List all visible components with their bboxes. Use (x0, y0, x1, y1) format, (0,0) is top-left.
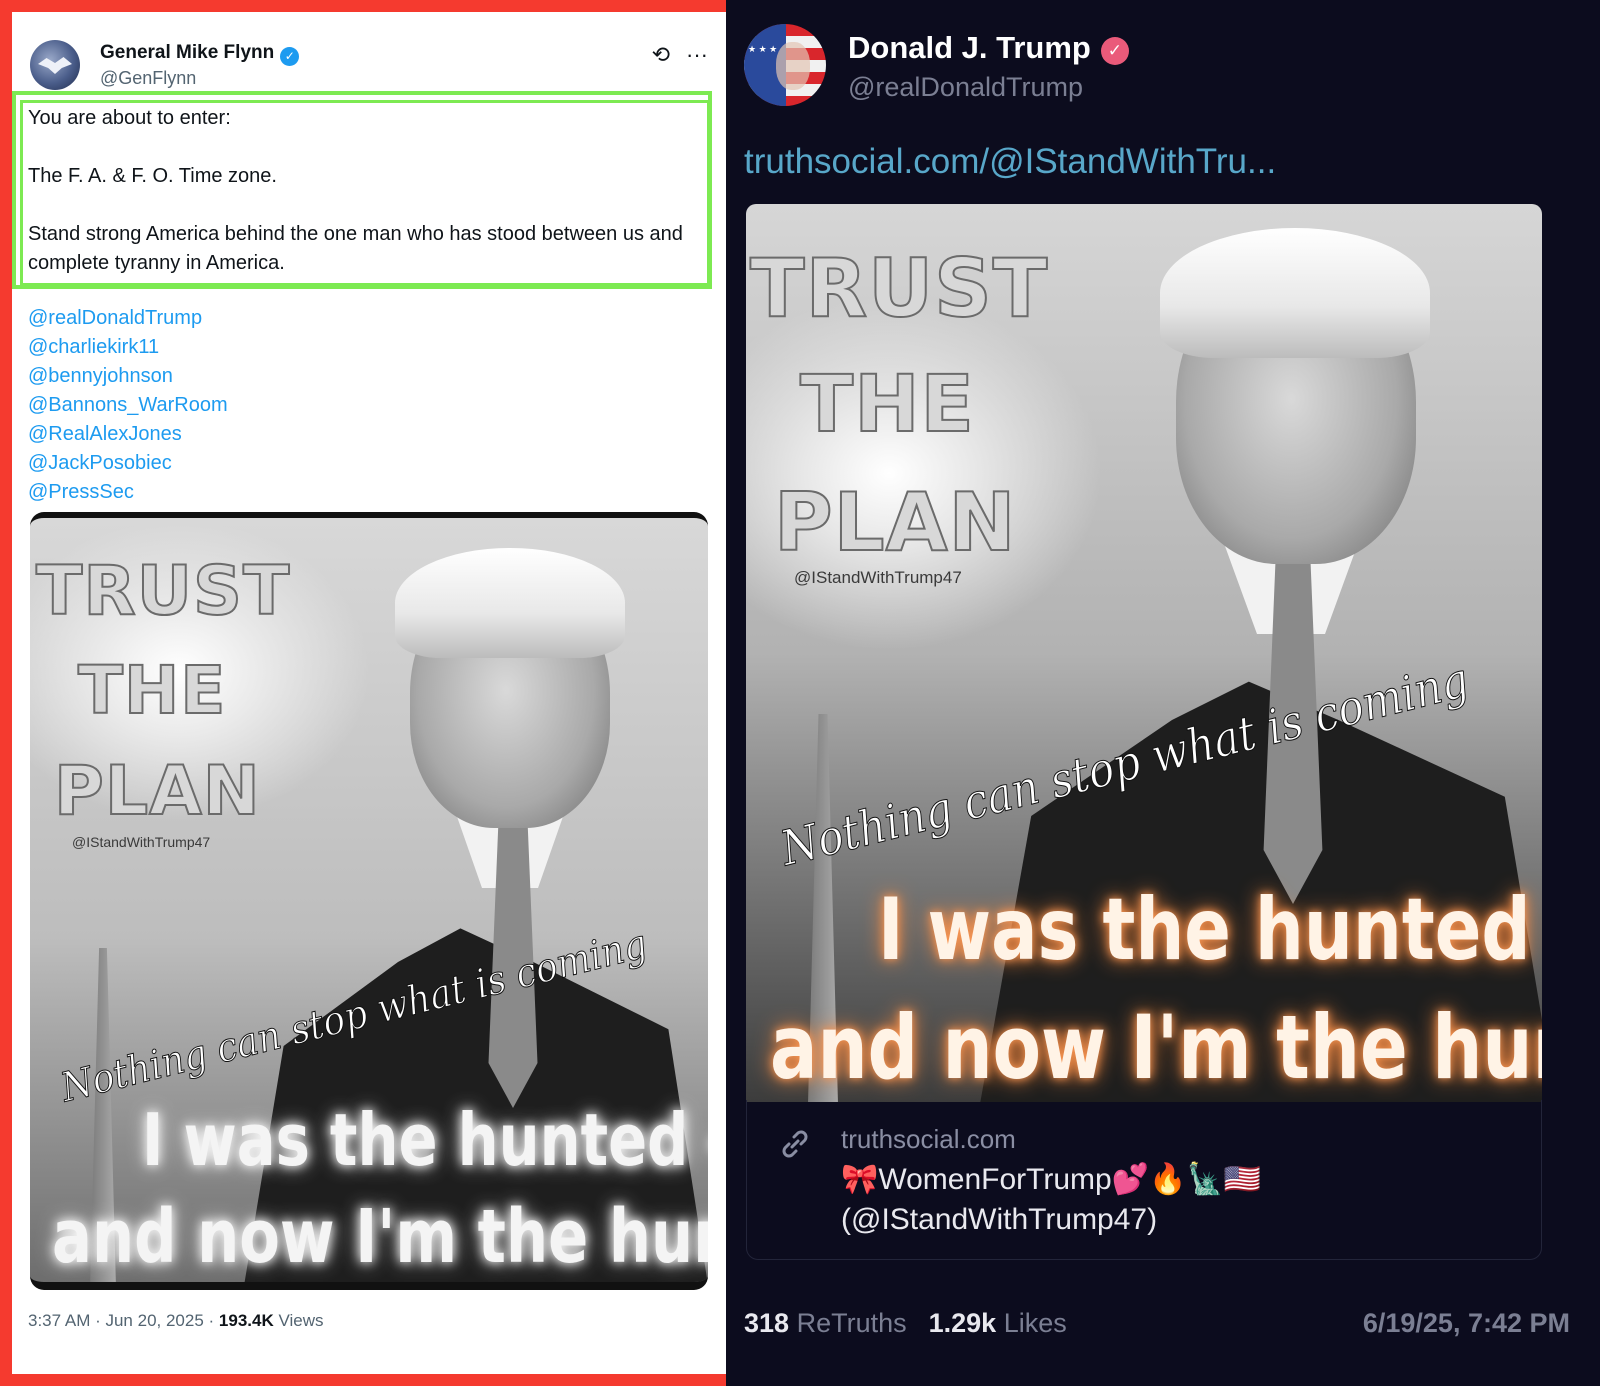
retruths-count[interactable]: 318 (744, 1308, 789, 1338)
post-text: You are about to enter: The F. A. & F. O… (28, 104, 698, 307)
preview-title-line: 🎀WomenForTrump💕🔥🗽🇺🇸 (841, 1163, 1262, 1196)
post-actions: ⟲ ··· (636, 42, 708, 68)
post-line: Stand strong America behind the one man … (28, 223, 683, 274)
mention-link[interactable]: @PressSec (28, 478, 228, 507)
the-text: THE (77, 651, 227, 730)
plan-text: PLAN (53, 751, 261, 832)
mention-link[interactable]: @JackPosobiec (28, 449, 228, 478)
mentions-list: @realDonaldTrump @charliekirk11 @bennyjo… (28, 304, 228, 507)
link-preview-card[interactable]: truthsocial.com 🎀WomenForTrump💕🔥🗽🇺🇸 (@IS… (746, 1100, 1542, 1260)
trust-text: TRUST (35, 551, 291, 632)
headline-line-1: I was the hunted - (142, 1098, 708, 1182)
likes-label[interactable]: Likes (1004, 1308, 1067, 1338)
grok-icon[interactable]: ⟲ (652, 42, 670, 67)
truth-post-card: Donald J. Trump ✓ @realDonaldTrump truths… (726, 0, 1600, 1386)
preview-domain: truthsocial.com (841, 1124, 1016, 1154)
post-line: You are about to enter: (28, 107, 231, 129)
avatar[interactable] (30, 40, 80, 90)
mention-link[interactable]: @bennyjohnson (28, 362, 228, 391)
x-post-card: General Mike Flynn ✓ @GenFlynn ⟲ ··· You a… (12, 12, 726, 1374)
likes-count[interactable]: 1.29k (929, 1308, 997, 1338)
portrait-hair (395, 548, 625, 658)
views-label: Views (273, 1311, 324, 1330)
trust-text: TRUST (749, 241, 1049, 336)
headline-line-1: I was the hunted - (878, 880, 1542, 980)
mention-link[interactable]: @Bannons_WarRoom (28, 391, 228, 420)
author-name-text[interactable]: Donald J. Trump (848, 30, 1091, 65)
preview-title-line: (@IStandWithTrump47) (841, 1203, 1158, 1236)
mention-link[interactable]: @RealAlexJones (28, 420, 228, 449)
watermark-text: @IStandWithTrump47 (72, 834, 211, 850)
mention-link[interactable]: @realDonaldTrump (28, 304, 228, 333)
author-handle[interactable]: @GenFlynn (100, 68, 196, 89)
timestamp[interactable]: 3:37 AM · Jun 20, 2025 · (28, 1311, 219, 1330)
post-image[interactable]: TRUST THE PLAN @IStandWithTrump47 Nothin… (30, 512, 708, 1290)
author-name[interactable]: Donald J. Trump ✓ (848, 30, 1129, 66)
headline-line-2: and now I'm the hunter (770, 996, 1542, 1099)
eagle-icon (38, 57, 72, 74)
portrait-hair (1160, 228, 1430, 358)
author-handle[interactable]: @realDonaldTrump (848, 72, 1083, 103)
timestamp[interactable]: 6/19/25, 7:42 PM (1363, 1308, 1570, 1339)
watermark-text: @IStandWithTrump47 (794, 568, 962, 587)
avatar[interactable] (744, 24, 826, 106)
views-count: 193.4K (218, 1311, 274, 1330)
headline-line-2: and now I'm the hunter (52, 1194, 708, 1280)
author-name[interactable]: General Mike Flynn ✓ (100, 42, 300, 66)
face-shape (776, 42, 810, 90)
post-line: The F. A. & F. O. Time zone. (28, 165, 277, 187)
author-name-text[interactable]: General Mike Flynn (100, 42, 274, 63)
engagement-stats: 318 ReTruths 1.29k Likes (744, 1308, 1067, 1339)
post-meta: 3:37 AM · Jun 20, 2025 · 193.4K Views (28, 1311, 324, 1331)
post-link[interactable]: truthsocial.com/@IStandWithTru... (744, 142, 1276, 182)
the-text: THE (799, 359, 975, 451)
link-icon (779, 1128, 809, 1158)
preview-title: 🎀WomenForTrump💕🔥🗽🇺🇸 (@IStandWithTrump47) (841, 1160, 1261, 1240)
verified-badge-icon: ✓ (1100, 37, 1129, 65)
plan-text: PLAN (773, 475, 1017, 570)
post-image[interactable]: TRUST THE PLAN @IStandWithTrump47 Nothin… (746, 204, 1542, 1102)
verified-badge-icon: ✓ (280, 47, 300, 66)
more-options-icon[interactable]: ··· (686, 42, 708, 67)
retruths-label[interactable]: ReTruths (797, 1308, 907, 1338)
mention-link[interactable]: @charliekirk11 (28, 333, 228, 362)
post-header: General Mike Flynn ✓ @GenFlynn ⟲ ··· (30, 28, 708, 92)
